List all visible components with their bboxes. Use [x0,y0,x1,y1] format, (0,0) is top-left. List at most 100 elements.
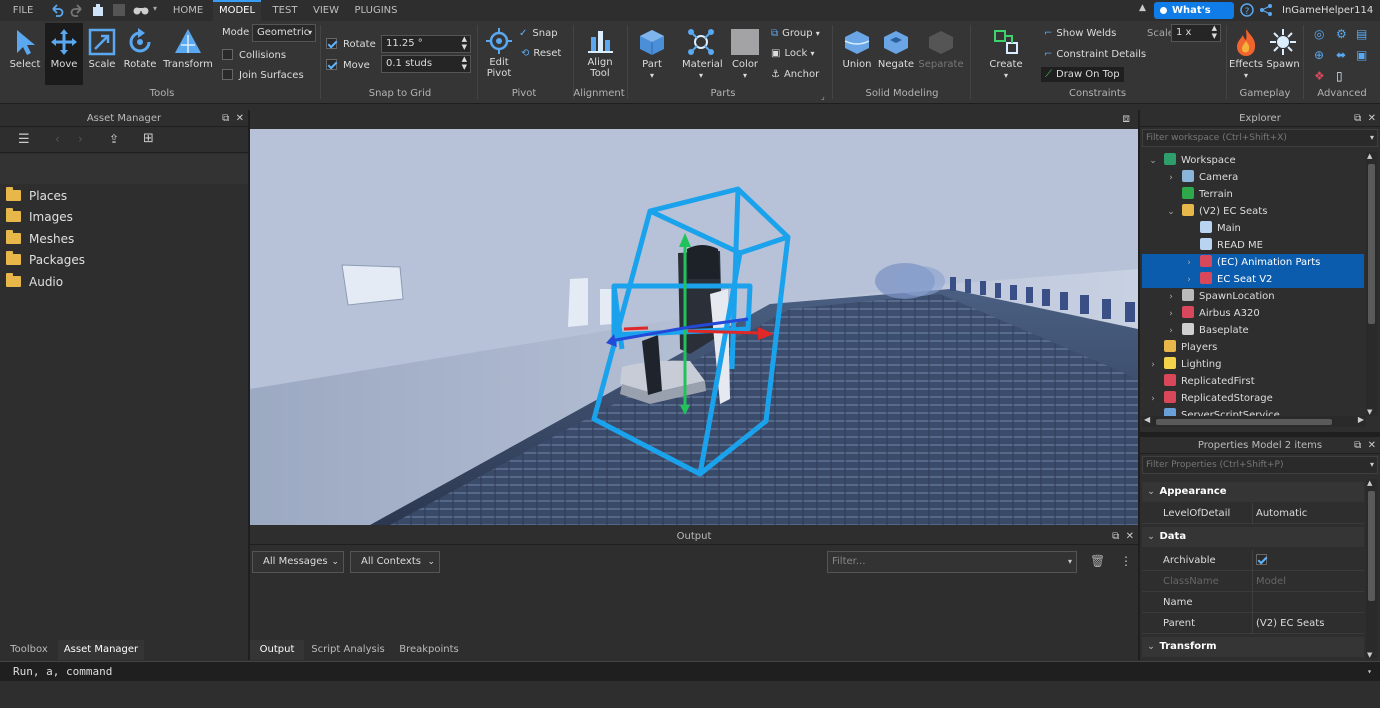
explorer-filter-input[interactable]: Filter workspace (Ctrl+Shift+X) ▾ [1142,129,1378,147]
share-icon[interactable] [1259,3,1273,20]
scroll-down-icon[interactable]: ▼ [1367,408,1372,416]
output-filter-input[interactable]: Filter... ▾ [827,551,1077,573]
mode-select[interactable]: Geometric ▾ [252,24,316,42]
command-input[interactable]: Run, a, command [13,665,112,678]
group-button[interactable]: ⧉ Group ▾ [771,28,820,39]
customize-icon[interactable]: ▾ [153,4,157,13]
float-icon[interactable]: ⧉ [1354,440,1361,451]
close-icon[interactable]: ✕ [1368,440,1376,451]
local-script-icon[interactable]: ⚙ [1336,27,1347,41]
script-icon[interactable]: ◎ [1314,27,1324,41]
contexts-filter-dropdown[interactable]: All Contexts ⌄ [350,551,440,573]
tree-item[interactable]: › Baseplate [1142,322,1364,339]
section-appearance[interactable]: ⌄ Appearance [1142,482,1364,502]
command-bar[interactable]: Run, a, command ▾ [0,661,1380,681]
scroll-thumb[interactable] [1368,491,1375,601]
scroll-thumb[interactable] [1368,164,1375,324]
fullscreen-icon[interactable]: ⧈ [1122,111,1130,126]
scroll-thumb[interactable] [1156,419,1332,425]
separate-button[interactable]: Separate [918,23,964,85]
color-button[interactable]: Color ▾ [726,23,764,85]
help-icon[interactable]: ? [1240,3,1254,20]
chevron-right-icon[interactable]: › [1166,289,1176,306]
show-welds-button[interactable]: ⌐ Show Welds [1044,28,1116,39]
property-row[interactable]: Name [1142,592,1364,613]
snap-rotate-checkbox[interactable] [326,38,337,49]
forward-icon[interactable]: › [78,132,83,146]
tree-item[interactable]: › SpawnLocation [1142,288,1364,305]
tab-home[interactable]: HOME [165,0,211,21]
link-icon[interactable]: ⬌ [1336,48,1346,62]
tree-item[interactable]: ⌄ Workspace [1142,152,1364,169]
tree-item[interactable]: Main [1142,220,1364,237]
chevron-right-icon[interactable]: › [1166,306,1176,323]
property-row[interactable]: Archivable [1142,550,1364,571]
explorer-hscrollbar[interactable]: ◀ ▶ [1142,415,1366,427]
property-row[interactable]: Parent (V2) EC Seats [1142,613,1364,634]
module-script-icon[interactable]: ▤ [1356,27,1367,41]
upload-icon[interactable]: ⇪ [109,132,119,146]
scale-tool-button[interactable]: Scale [83,23,121,85]
effects-button[interactable]: Effects ▾ [1227,23,1265,85]
close-icon[interactable]: ✕ [236,113,244,124]
tree-item[interactable]: Terrain [1142,186,1364,203]
chevron-right-icon[interactable]: › [1148,391,1158,408]
asset-item-images[interactable]: Images [6,207,73,227]
back-icon[interactable]: ‹ [55,132,60,146]
expand-corner-icon[interactable]: ⌟ [821,92,825,101]
chevron-right-icon[interactable]: › [1166,323,1176,340]
scroll-left-icon[interactable]: ◀ [1144,415,1150,424]
collisions-toggle[interactable]: Collisions [222,49,286,61]
section-transform[interactable]: ⌄ Transform [1142,637,1364,657]
menu-icon[interactable]: ☰ [18,132,30,147]
asset-item-places[interactable]: Places [6,186,67,206]
image-icon[interactable]: ▣ [1356,48,1367,62]
constraint-details-button[interactable]: ⌐ Constraint Details [1044,49,1146,60]
tree-item[interactable]: READ ME [1142,237,1364,254]
select-tool-button[interactable]: Select [6,23,44,85]
lock-button[interactable]: ▣ Lock ▾ [771,48,814,59]
edit-pivot-button[interactable]: Edit Pivot [480,23,518,85]
chevron-right-icon[interactable]: › [1148,357,1158,374]
pivot-reset-button[interactable]: ⟲ Reset [521,48,561,59]
chevron-down-icon[interactable]: ▾ [1367,662,1372,682]
negate-button[interactable]: Negate [877,23,915,85]
redo-icon[interactable] [70,3,84,20]
binoculars-icon[interactable] [133,4,149,19]
asset-item-packages[interactable]: Packages [6,250,85,270]
tab-script-analysis[interactable]: Script Analysis [306,640,390,660]
snap-rotate-toggle[interactable]: Rotate [326,38,376,50]
file-menu[interactable]: FILE [6,0,40,21]
part-button[interactable]: Part ▾ [633,23,671,85]
asset-item-meshes[interactable]: Meshes [6,229,74,249]
spinner-icon[interactable]: ▲ ▼ [462,55,467,71]
messages-filter-dropdown[interactable]: All Messages ⌄ [252,551,344,573]
close-icon[interactable]: ✕ [1126,531,1134,542]
explorer-scrollbar[interactable]: ▲ ▼ [1366,152,1377,416]
tree-item[interactable]: ⌄ (V2) EC Seats [1142,203,1364,220]
chevron-right-icon[interactable]: › [1166,170,1176,187]
undo-icon[interactable] [50,3,64,20]
scroll-up-icon[interactable]: ▲ [1367,479,1372,487]
float-icon[interactable]: ⧉ [222,113,229,124]
tree-item[interactable]: › Lighting [1142,356,1364,373]
material-button[interactable]: Material ▾ [682,23,723,85]
grid-view-icon[interactable]: ⊞ [143,131,154,146]
snap-rotate-input[interactable]: 11.25 ° ▲ ▼ [381,35,471,53]
spinner-icon[interactable]: ▲ ▼ [1212,24,1217,40]
asset-item-audio[interactable]: Audio [6,272,63,292]
transform-tool-button[interactable]: Transform [162,23,214,85]
join-surfaces-toggle[interactable]: Join Surfaces [222,69,304,81]
plugin-icon[interactable] [91,3,105,20]
tree-item[interactable]: Players [1142,339,1364,356]
username[interactable]: InGameHelper114 [1282,0,1373,21]
tree-item[interactable]: › (EC) Animation Parts [1142,254,1364,271]
more-options-icon[interactable]: ⋮ [1120,554,1132,568]
anchor-button[interactable]: ⚓ Anchor [771,69,819,80]
align-tool-button[interactable]: Align Tool [581,23,619,85]
section-data[interactable]: ⌄ Data [1142,527,1364,547]
close-icon[interactable]: ✕ [1368,113,1376,124]
property-row[interactable]: LevelOfDetail Automatic [1142,503,1364,524]
scroll-up-icon[interactable]: ▲ [1367,152,1372,160]
archivable-checkbox[interactable] [1256,554,1267,565]
